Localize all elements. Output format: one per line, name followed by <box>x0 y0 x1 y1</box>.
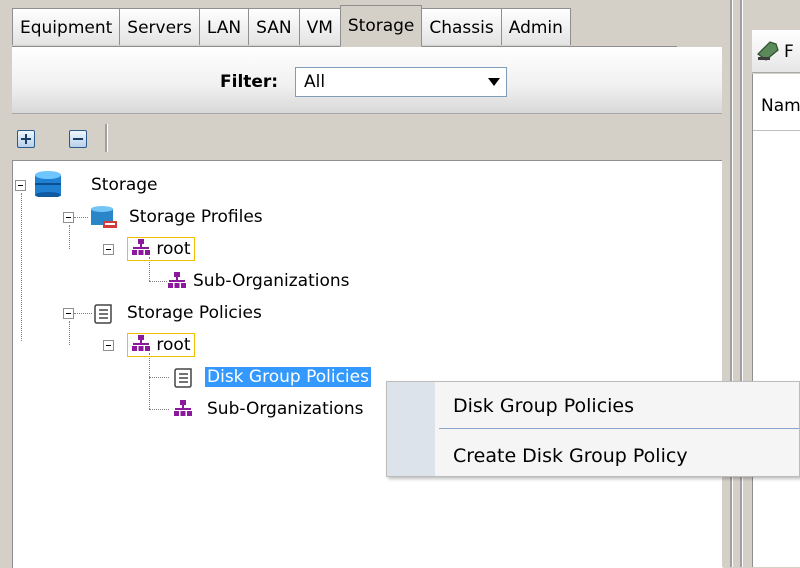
tab-storage[interactable]: Storage <box>339 5 423 47</box>
tab-equipment[interactable]: Equipment <box>12 8 121 45</box>
tree-node-profiles-root[interactable]: root <box>93 237 293 263</box>
splitter-line <box>740 0 743 567</box>
organization-icon <box>167 272 187 295</box>
database-icon <box>31 171 65 202</box>
tree-node-label: root <box>127 333 195 357</box>
tree-node-policies-suborgs[interactable]: Sub-Organizations <box>163 397 423 423</box>
column-header-name[interactable]: Nam <box>761 96 800 116</box>
tree-node-label: Storage Policies <box>127 303 262 323</box>
tree-toolbar <box>12 114 722 160</box>
tab-san[interactable]: SAN <box>248 8 300 45</box>
tree-node-storage-policies[interactable]: Storage Policies <box>63 301 363 327</box>
context-menu: Disk Group Policies Create Disk Group Po… <box>386 381 800 477</box>
tree-connector <box>74 313 92 314</box>
content-panel: F Nam <box>752 0 800 567</box>
navigation-panel: Equipment Servers LAN SAN VM Storage Cha… <box>12 0 723 568</box>
collapse-icon[interactable] <box>103 340 114 351</box>
tab-vm[interactable]: VM <box>298 8 341 45</box>
organization-icon <box>131 335 156 355</box>
organization-icon <box>131 239 156 259</box>
toolbar-separator <box>105 124 108 152</box>
tree-connector <box>149 353 150 409</box>
tab-bar: Equipment Servers LAN SAN VM Storage Cha… <box>12 5 677 47</box>
tab-servers[interactable]: Servers <box>119 8 200 45</box>
storage-profile-icon <box>89 205 123 236</box>
tree-node-label: Storage <box>91 175 158 195</box>
collapse-icon[interactable] <box>15 180 26 191</box>
tree-node-label: root <box>127 237 195 261</box>
filter-bar: Filter: All <box>12 47 722 114</box>
policy-scroll-icon <box>93 303 115 330</box>
organization-icon <box>173 400 193 423</box>
policy-scroll-icon <box>173 367 195 394</box>
tree-node-storage-profiles[interactable]: Storage Profiles <box>63 205 363 231</box>
collapse-icon[interactable] <box>63 308 74 319</box>
tree-node-label: Storage Profiles <box>129 207 263 227</box>
tab-lan[interactable]: LAN <box>198 8 250 45</box>
content-header: F <box>752 30 800 73</box>
expand-all-button[interactable] <box>17 130 35 148</box>
filter-value: All <box>304 72 326 92</box>
tree-node-storage[interactable]: Storage <box>15 171 315 202</box>
menu-item-create-disk-group-policy[interactable]: Create Disk Group Policy <box>453 445 688 467</box>
navigation-tree: Storage Storage Profiles root Sub-Organi… <box>12 160 723 568</box>
panel-splitter[interactable] <box>722 0 752 567</box>
filter-funnel-icon <box>756 40 780 67</box>
collapse-all-button[interactable] <box>69 130 87 148</box>
splitter-line <box>730 0 733 567</box>
filter-label: Filter: <box>220 72 279 92</box>
tree-node-label-selected: Disk Group Policies <box>205 367 371 387</box>
content-title: F <box>784 42 794 62</box>
collapse-icon[interactable] <box>63 212 74 223</box>
menu-gutter <box>387 382 435 476</box>
column-header[interactable]: Nam <box>753 74 800 131</box>
content-table: Nam <box>752 74 800 567</box>
menu-separator <box>439 428 799 429</box>
tab-admin[interactable]: Admin <box>500 8 571 45</box>
tree-node-label: Sub-Organizations <box>207 399 364 419</box>
tab-chassis[interactable]: Chassis <box>421 8 502 45</box>
tree-connector <box>74 217 88 218</box>
tree-node-label: Sub-Organizations <box>193 271 350 291</box>
menu-item-disk-group-policies[interactable]: Disk Group Policies <box>453 395 634 417</box>
tree-node-policies-root[interactable]: root <box>93 333 293 359</box>
tree-node-profiles-suborgs[interactable]: Sub-Organizations <box>163 269 423 295</box>
tree-connector <box>21 193 22 341</box>
tree-node-disk-group-policies[interactable]: Disk Group Policies <box>163 365 423 391</box>
chevron-down-icon[interactable] <box>488 78 500 86</box>
filter-select[interactable]: All <box>295 67 507 97</box>
collapse-icon[interactable] <box>103 244 114 255</box>
